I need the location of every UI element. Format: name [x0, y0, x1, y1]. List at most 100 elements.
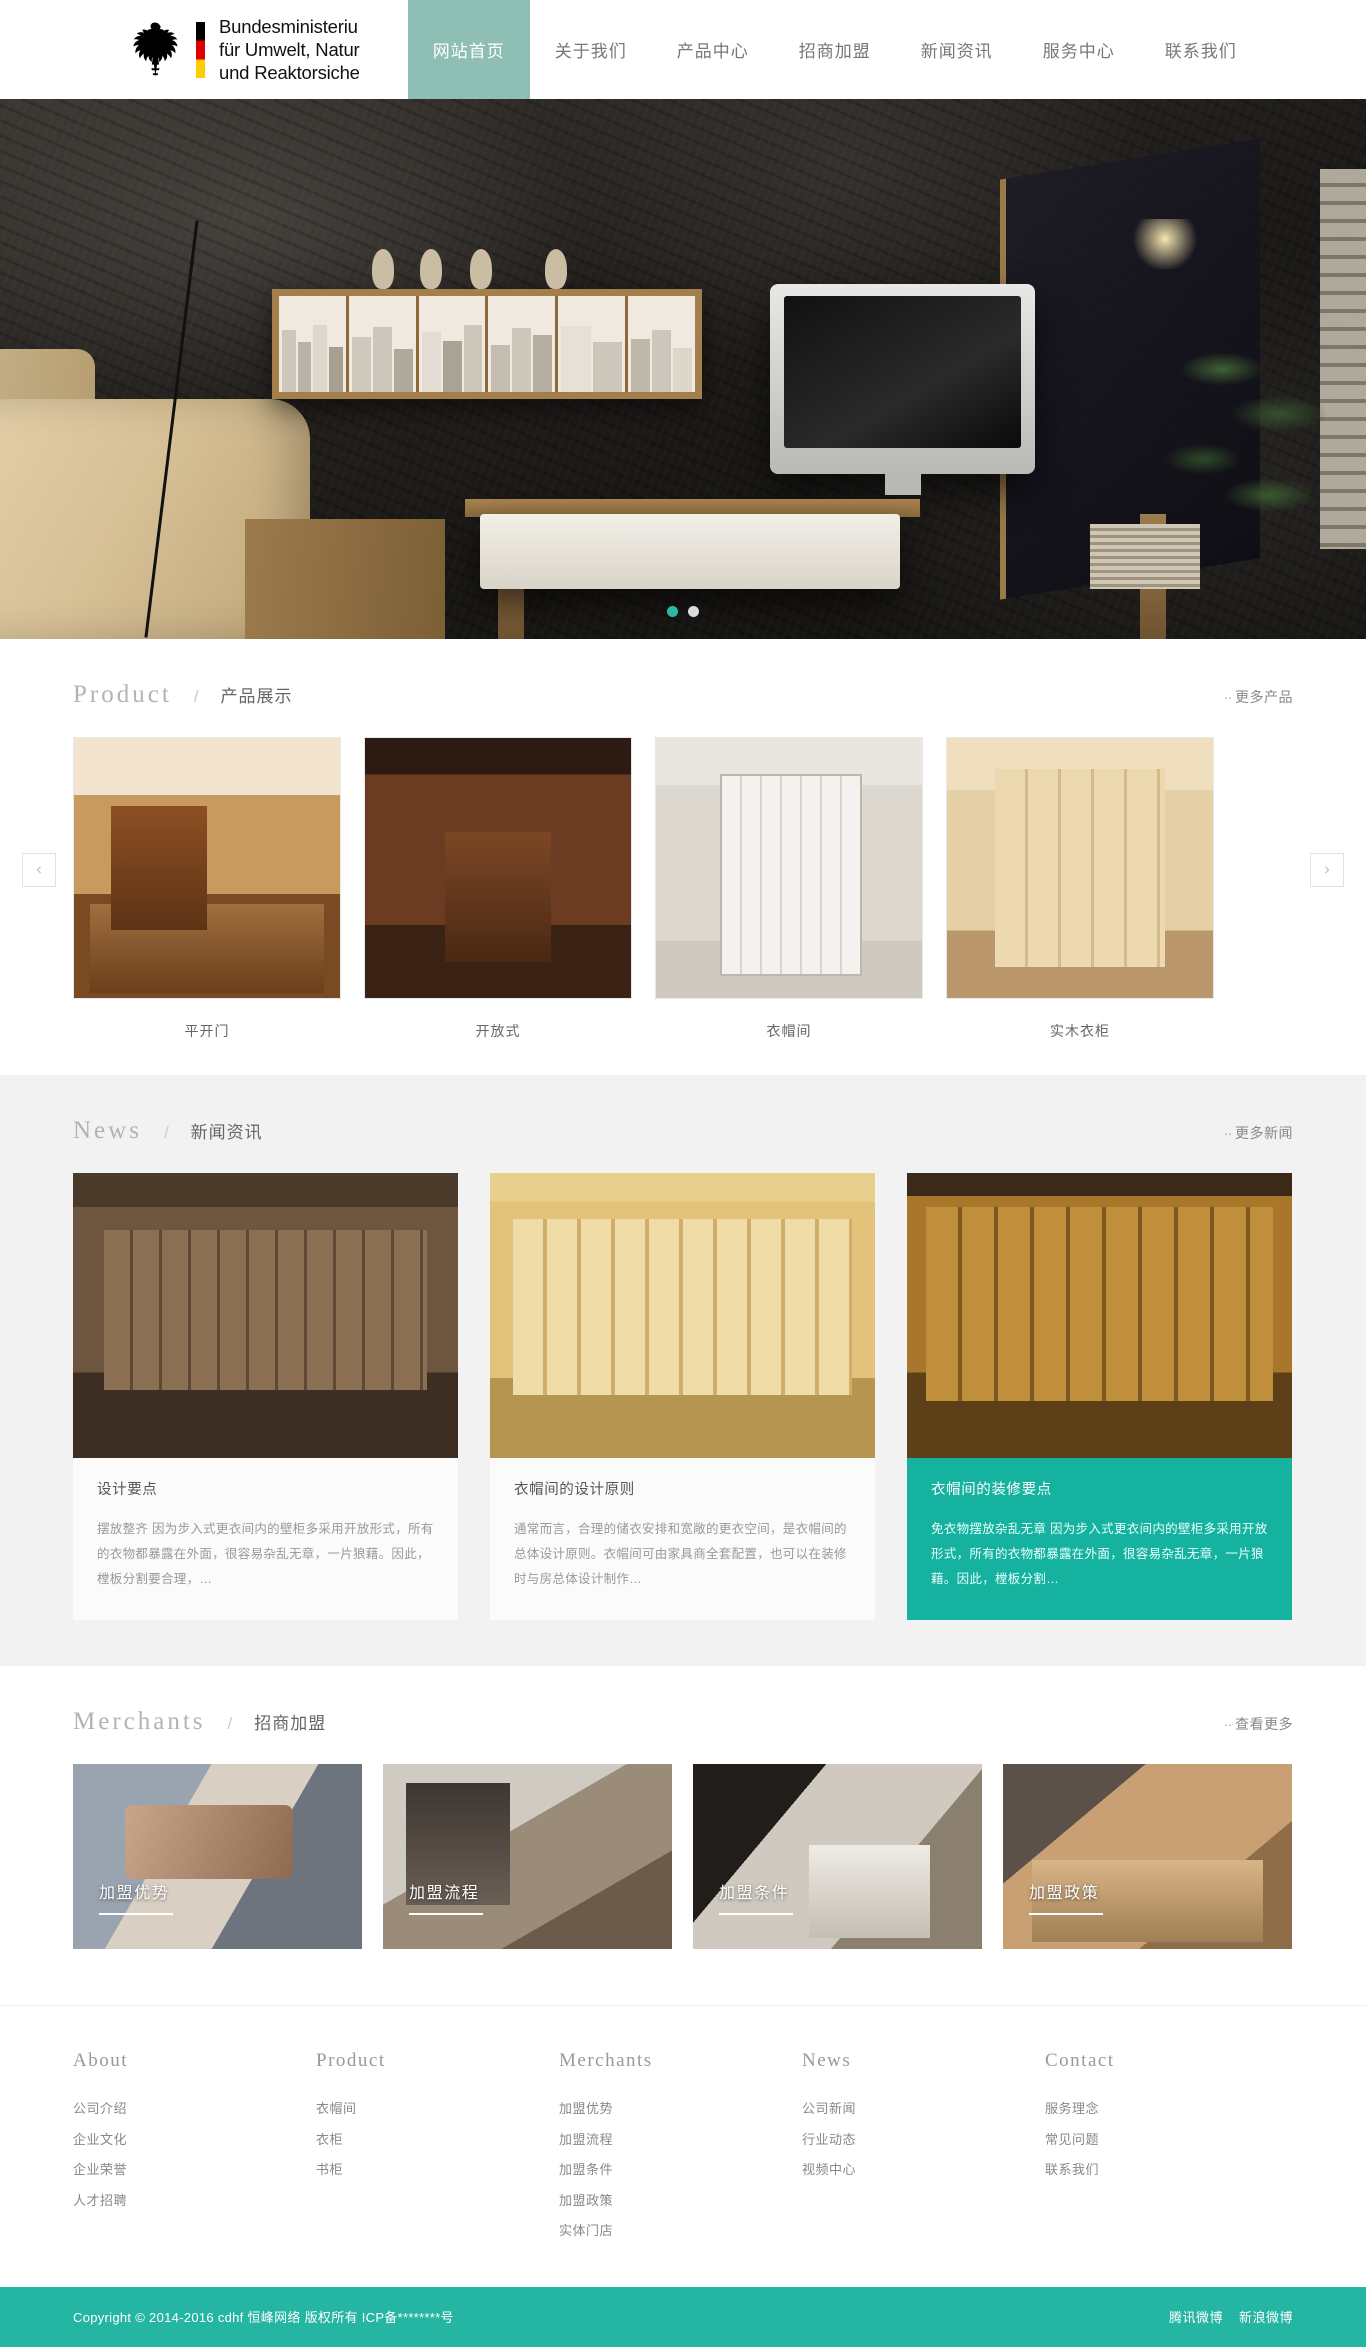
german-eagle-icon	[133, 22, 178, 77]
site-logo[interactable]: Bundesministeriu für Umwelt, Natur und R…	[128, 0, 360, 99]
nav-item-home[interactable]: 网站首页	[407, 0, 530, 99]
footer-link[interactable]: 联系我们	[1045, 2155, 1288, 2186]
footer-link[interactable]: 衣柜	[316, 2125, 559, 2156]
footer-link[interactable]: 衣帽间	[316, 2094, 559, 2125]
footer-column-heading: News	[802, 2050, 852, 2071]
footer-link[interactable]: 加盟优势	[559, 2094, 802, 2125]
product-caption: 平开门	[184, 1023, 230, 1039]
more-dots-icon: ··	[1223, 1716, 1232, 1732]
footer-link[interactable]: 公司新闻	[802, 2094, 1045, 2125]
nav-item-merchants[interactable]: 招商加盟	[774, 0, 896, 99]
banner-television	[770, 284, 1035, 474]
banner-tv-base	[885, 473, 921, 495]
product-card[interactable]: 平开门	[73, 737, 341, 1041]
merchants-more-link[interactable]: ·· 查看更多	[1224, 1714, 1293, 1734]
footer-link[interactable]: 常见问题	[1045, 2125, 1288, 2156]
news-description: 摆放整齐 因为步入式更衣间内的壁柜多采用开放形式，所有的衣物都暴露在外面，很容易…	[97, 1522, 434, 1586]
news-list: 设计要点 摆放整齐 因为步入式更衣间内的壁柜多采用开放形式，所有的衣物都暴露在外…	[73, 1173, 1293, 1620]
merchants-section: Merchants / 招商加盟 ·· 查看更多 加盟优势 加盟流程 加盟条件 加…	[0, 1666, 1366, 2005]
carousel-prev-button[interactable]: ‹	[22, 853, 56, 887]
footer-column-heading: About	[73, 2050, 128, 2071]
news-image-3	[907, 1173, 1292, 1458]
footer-link[interactable]: 加盟流程	[559, 2125, 802, 2156]
product-title-separator: /	[193, 687, 199, 706]
footer-link[interactable]: 视频中心	[802, 2155, 1045, 2186]
news-more-label: 更多新闻	[1235, 1125, 1293, 1141]
banner-lamp-glow	[1130, 219, 1200, 269]
footer-link[interactable]: 书柜	[316, 2155, 559, 2186]
product-card[interactable]: 实木衣柜	[946, 737, 1214, 1041]
footer-link[interactable]: 服务理念	[1045, 2094, 1288, 2125]
merchants-section-header: Merchants / 招商加盟 ·· 查看更多	[73, 1666, 1293, 1764]
nav-item-news[interactable]: 新闻资讯	[896, 0, 1018, 99]
product-caption: 开放式	[475, 1023, 521, 1039]
nav-item-contact[interactable]: 联系我们	[1140, 0, 1262, 99]
news-card[interactable]: 设计要点 摆放整齐 因为步入式更衣间内的壁柜多采用开放形式，所有的衣物都暴露在外…	[73, 1173, 458, 1620]
more-dots-icon: ··	[1223, 689, 1232, 705]
merchant-card-advantage[interactable]: 加盟优势	[73, 1764, 362, 1949]
banner-dot-2[interactable]	[688, 606, 699, 617]
banner-dot-1[interactable]	[667, 606, 678, 617]
banner-dot-nav	[0, 606, 1366, 617]
news-image-1	[73, 1173, 458, 1458]
more-dots-icon: ··	[1223, 1125, 1232, 1141]
product-image-shimuyigui	[946, 737, 1214, 999]
footer-column-about: About 公司介绍 企业文化 企业荣誉 人才招聘	[73, 2050, 316, 2247]
banner-decor-object-2	[420, 249, 442, 289]
product-caption: 实木衣柜	[1050, 1023, 1110, 1039]
hero-banner[interactable]	[0, 99, 1366, 639]
footer-link[interactable]: 公司介绍	[73, 2094, 316, 2125]
merchant-label: 加盟优势	[99, 1885, 170, 1902]
news-section-header: News / 新闻资讯 ·· 更多新闻	[73, 1075, 1293, 1173]
merchants-title-cn: 招商加盟	[254, 1714, 327, 1733]
ministry-line-3: und Reaktorsiche	[219, 62, 360, 84]
merchant-label: 加盟条件	[719, 1885, 790, 1902]
carousel-next-button[interactable]: ›	[1310, 853, 1344, 887]
footer-link[interactable]: 加盟政策	[559, 2186, 802, 2217]
nav-item-products[interactable]: 产品中心	[652, 0, 774, 99]
copyright-bar: Copyright © 2014-2016 cdhf 恒峰网络 版权所有 ICP…	[0, 2286, 1366, 2347]
product-image-yimaojian	[655, 737, 923, 999]
merchant-card-process[interactable]: 加盟流程	[383, 1764, 672, 1949]
merchants-list: 加盟优势 加盟流程 加盟条件 加盟政策	[73, 1764, 1293, 1949]
merchant-label: 加盟政策	[1029, 1885, 1100, 1902]
product-title-cn: 产品展示	[220, 687, 293, 706]
footer-link[interactable]: 企业荣誉	[73, 2155, 316, 2186]
main-nav: 网站首页 关于我们 产品中心 招商加盟 新闻资讯 服务中心 联系我们	[407, 0, 1262, 99]
news-title-cn: 新闻资讯	[190, 1123, 263, 1142]
merchant-underline	[409, 1913, 483, 1915]
product-carousel: 平开门 开放式 衣帽间 实木衣柜 ‹ ›	[22, 737, 1344, 1041]
footer-links: About 公司介绍 企业文化 企业荣誉 人才招聘 Product 衣帽间 衣柜…	[0, 2005, 1366, 2287]
footer-link[interactable]: 行业动态	[802, 2125, 1045, 2156]
news-card-highlighted[interactable]: 衣帽间的装修要点 免衣物摆放杂乱无章 因为步入式更衣间内的壁柜多采用开放形式，所…	[907, 1173, 1292, 1620]
banner-image-living-room	[0, 99, 1366, 639]
news-description: 免衣物摆放杂乱无章 因为步入式更衣间内的壁柜多采用开放形式，所有的衣物都暴露在外…	[931, 1522, 1268, 1586]
nav-item-service[interactable]: 服务中心	[1018, 0, 1140, 99]
news-card[interactable]: 衣帽间的设计原则 通常而言，合理的储衣安排和宽敞的更衣空间，是衣帽间的总体设计原…	[490, 1173, 875, 1620]
banner-tv-stand	[480, 514, 900, 589]
footer-column-heading: Merchants	[559, 2050, 653, 2071]
footer-link[interactable]: 企业文化	[73, 2125, 316, 2156]
news-more-link[interactable]: ·· 更多新闻	[1224, 1123, 1293, 1143]
product-section: Product / 产品展示 ·· 更多产品 平开门 开放式 衣帽间 实木衣柜 ‹	[0, 639, 1366, 1075]
merchant-card-policy[interactable]: 加盟政策	[1003, 1764, 1292, 1949]
social-link-sina-weibo[interactable]: 新浪微博	[1239, 2307, 1293, 2326]
footer-column-product: Product 衣帽间 衣柜 书柜	[316, 2050, 559, 2247]
nav-item-about[interactable]: 关于我们	[530, 0, 652, 99]
news-description: 通常而言，合理的储衣安排和宽敞的更衣空间，是衣帽间的总体设计原则。衣帽间可由家具…	[514, 1522, 847, 1586]
banner-decor-object-4	[545, 249, 567, 289]
site-header: Bundesministeriu für Umwelt, Natur und R…	[0, 0, 1366, 99]
footer-link[interactable]: 加盟条件	[559, 2155, 802, 2186]
footer-column-heading: Contact	[1045, 2050, 1115, 2071]
product-more-link[interactable]: ·· 更多产品	[1224, 687, 1293, 707]
product-card[interactable]: 衣帽间	[655, 737, 923, 1041]
news-section: News / 新闻资讯 ·· 更多新闻 设计要点 摆放整齐 因为步入式更衣间内的壁…	[0, 1075, 1366, 1666]
social-link-tencent-weibo[interactable]: 腾讯微博	[1169, 2307, 1223, 2326]
footer-link[interactable]: 实体门店	[559, 2216, 802, 2247]
merchants-more-label: 查看更多	[1235, 1716, 1293, 1732]
footer-link[interactable]: 人才招聘	[73, 2186, 316, 2217]
product-card[interactable]: 开放式	[364, 737, 632, 1041]
product-title-en: Product	[73, 681, 172, 708]
news-title: 衣帽间的设计原则	[514, 1482, 635, 1498]
merchant-card-conditions[interactable]: 加盟条件	[693, 1764, 982, 1949]
